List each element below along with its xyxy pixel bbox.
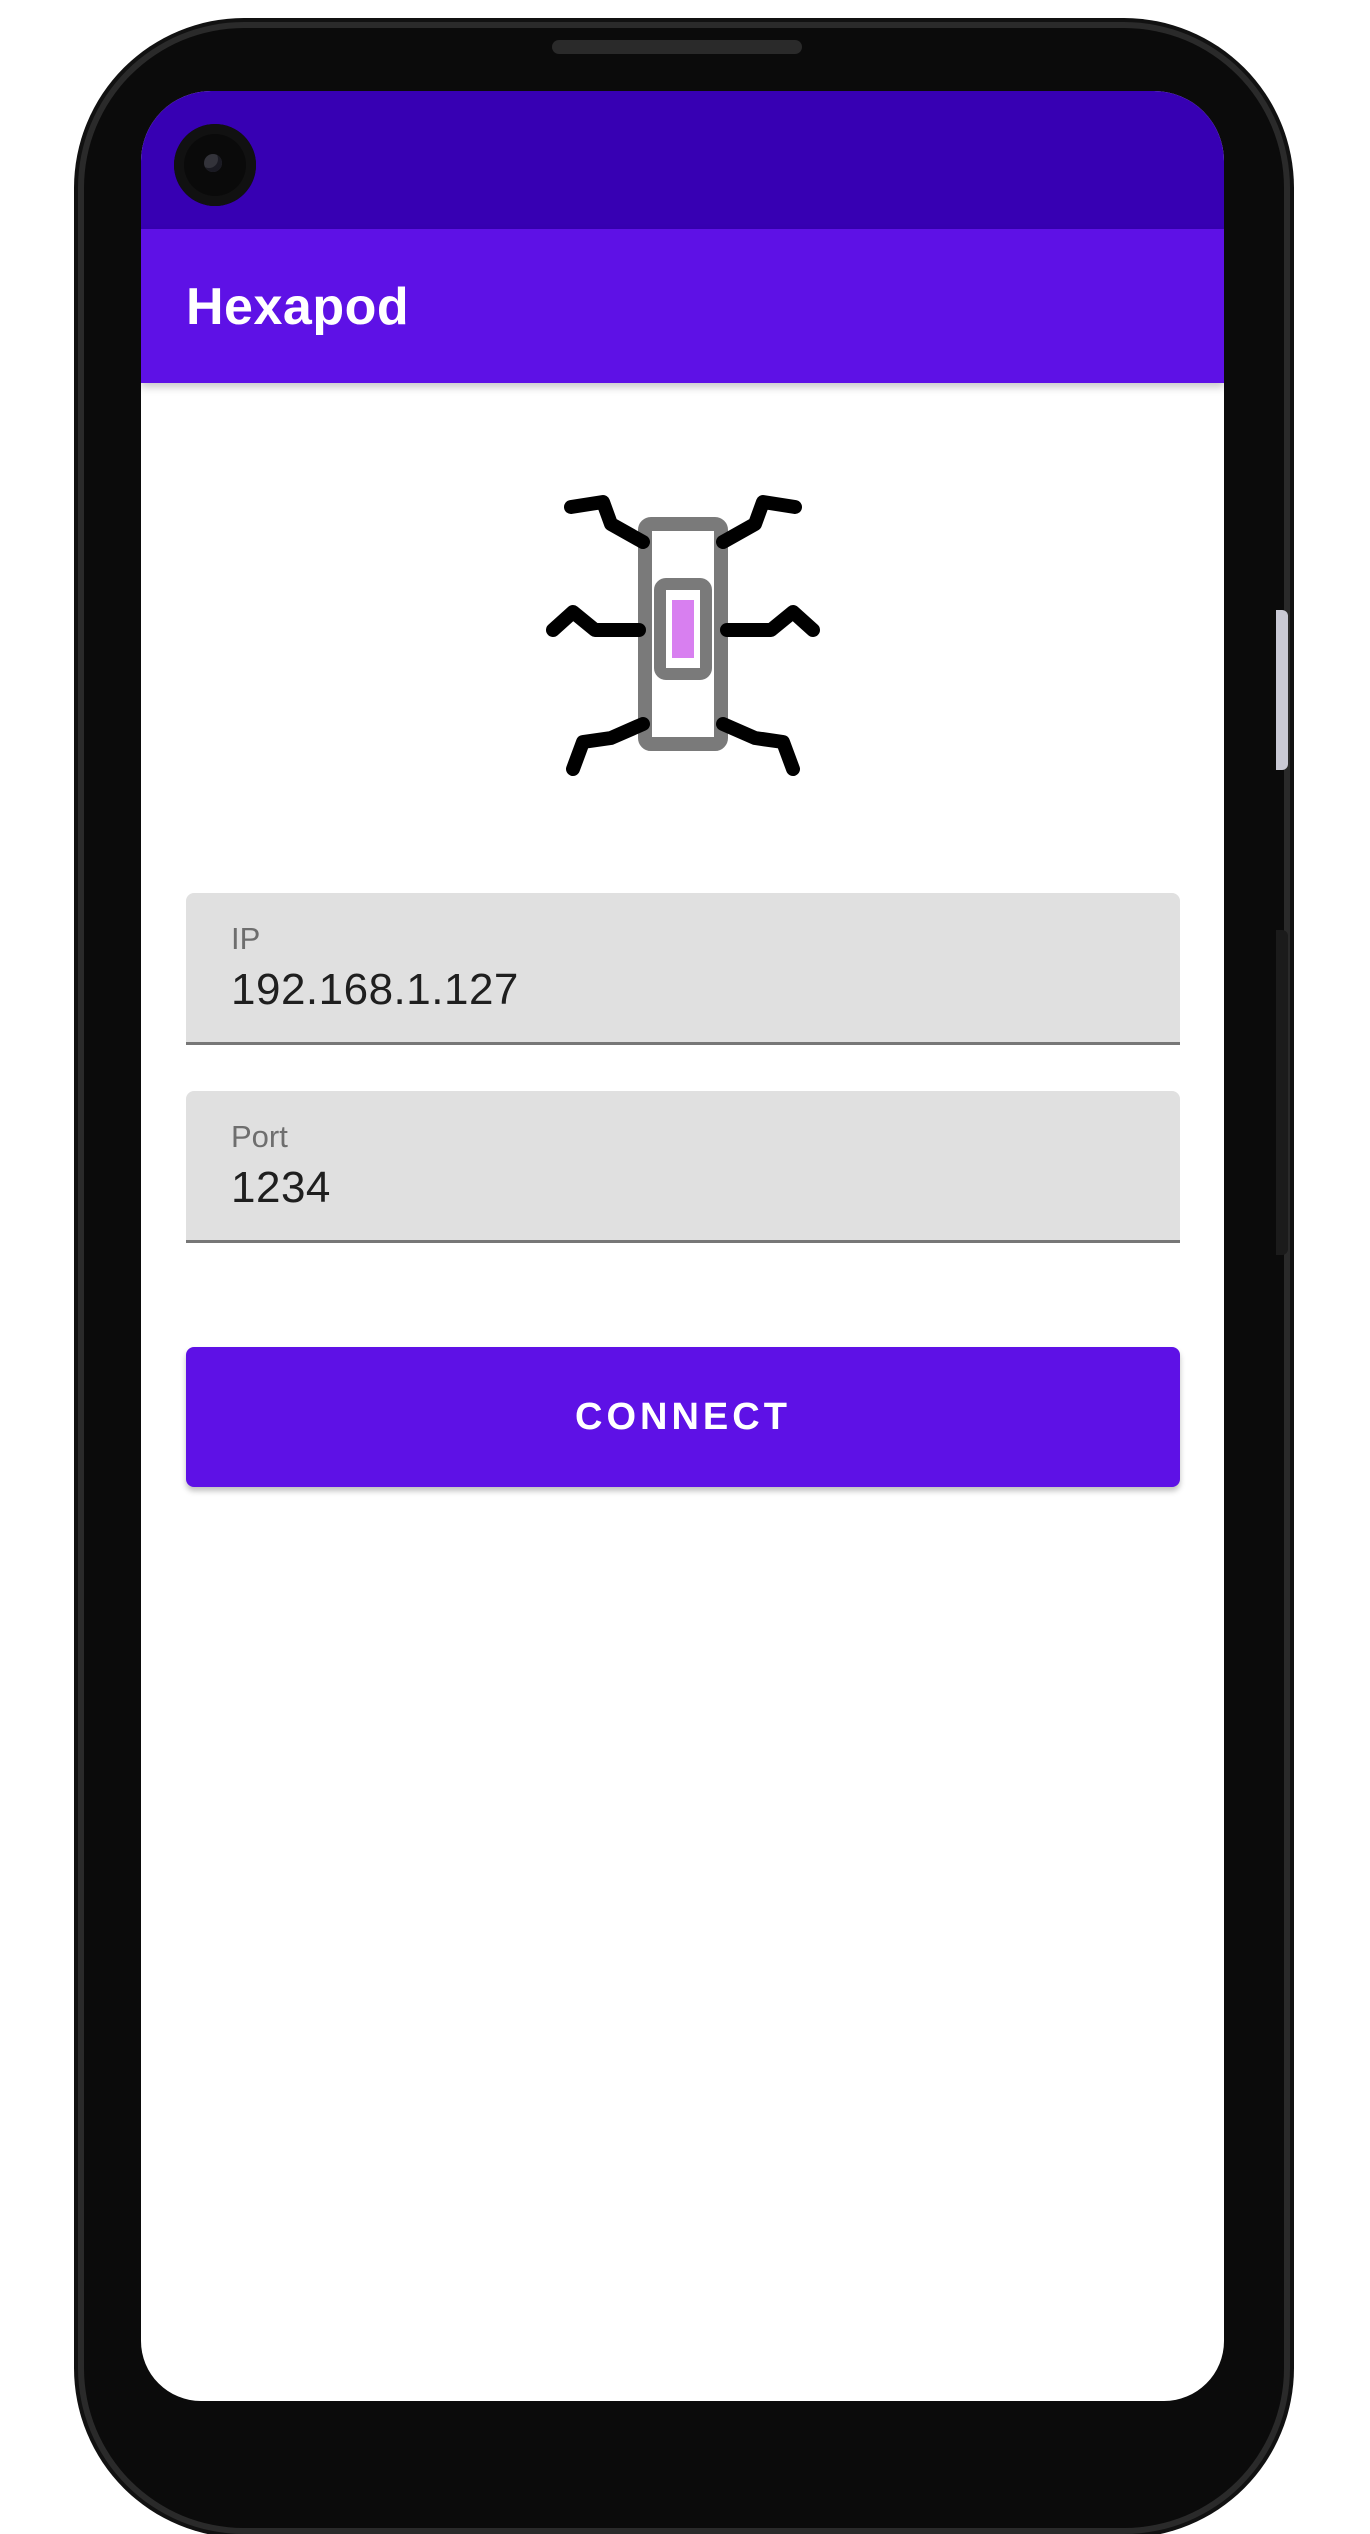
power-button — [1276, 930, 1288, 1255]
leg-left-rear — [566, 717, 650, 776]
hexapod-robot-icon — [546, 495, 820, 776]
port-field[interactable]: Port 1234 — [186, 1091, 1180, 1243]
app-bar: Hexapod — [141, 229, 1224, 383]
app-title: Hexapod — [186, 278, 410, 336]
port-field-value[interactable]: 1234 — [231, 1163, 331, 1213]
robot-core-light — [672, 600, 694, 658]
earpiece-speaker — [552, 40, 802, 54]
ip-field-label: IP — [231, 921, 261, 956]
camera-icon — [174, 124, 256, 206]
connect-button[interactable]: CONNECT — [186, 1347, 1180, 1487]
leg-right-middle — [720, 605, 820, 637]
status-bar — [141, 91, 1224, 229]
screen: Hexapod IP 192.168.1.127 Port 1234 CONNE… — [141, 91, 1224, 2401]
ip-field[interactable]: IP 192.168.1.127 — [186, 893, 1180, 1045]
leg-left-middle — [546, 605, 646, 637]
leg-right-front — [716, 495, 802, 549]
leg-right-rear — [716, 717, 800, 776]
leg-left-front — [564, 495, 650, 549]
ip-field-value[interactable]: 192.168.1.127 — [231, 965, 519, 1015]
volume-button — [1276, 610, 1288, 770]
port-field-label: Port — [231, 1119, 288, 1154]
